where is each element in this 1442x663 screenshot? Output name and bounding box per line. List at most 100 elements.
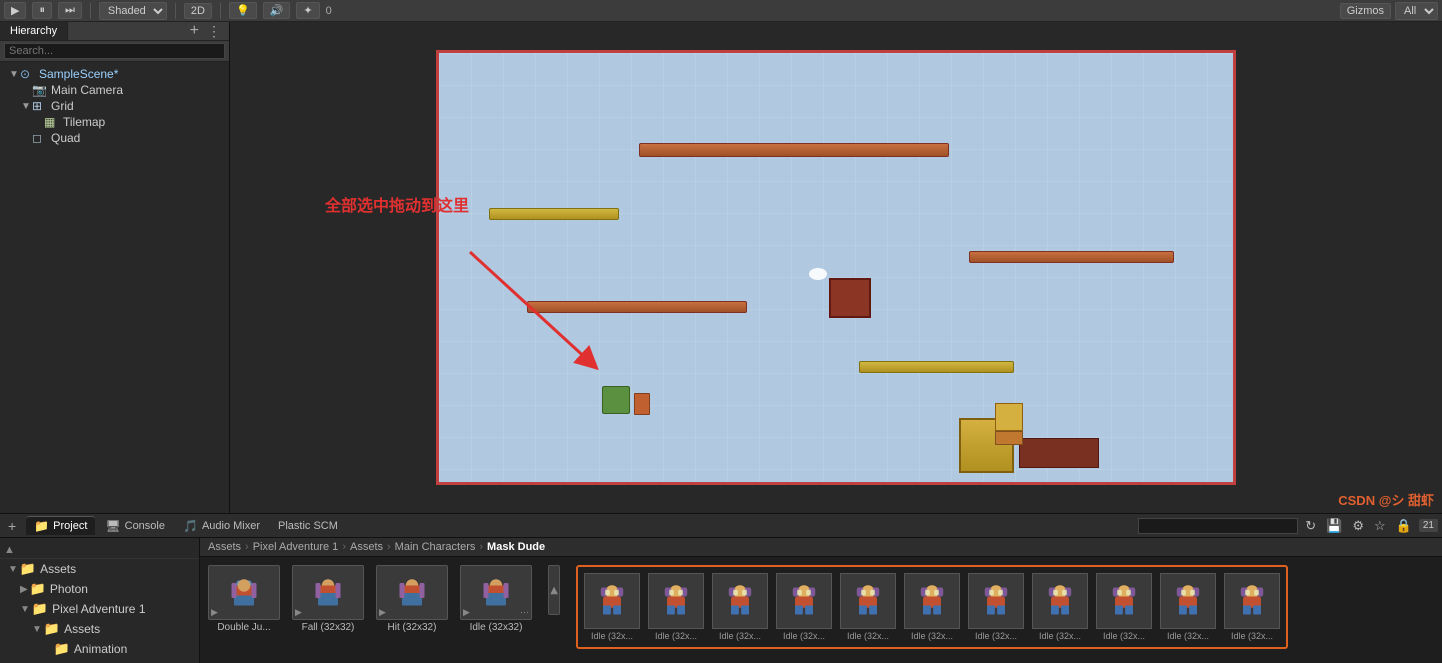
- lock-button[interactable]: 🔒: [1393, 517, 1415, 535]
- construction-block1: [995, 403, 1023, 431]
- sprite-svg-5: [914, 583, 950, 619]
- bottom-content: ▲ ▼ 📁 Assets ▶ 📁 Photon ▼ 📁 Pixel Advent…: [0, 538, 1442, 663]
- step-button[interactable]: ⏭: [58, 2, 82, 19]
- expand-arrow[interactable]: ▼: [8, 69, 20, 80]
- folder-pixel-adventure[interactable]: ▼ 📁 Pixel Adventure 1: [0, 599, 199, 619]
- folder-icon-assets-sub: 📁: [44, 621, 60, 637]
- up-arrow-icon[interactable]: ▲: [4, 544, 15, 556]
- construction-dark: [1019, 438, 1099, 468]
- idle-sprite-preview-0[interactable]: [584, 573, 640, 629]
- clip-group-idle: ▶ ⋯ Idle (32x32): [460, 565, 532, 633]
- hierarchy-tree: ▼ ⊙ SampleScene* ▶ 📷 Main Camera ▼ ⊞ Gri…: [0, 62, 229, 513]
- scene-item[interactable]: ▼ ⊙ SampleScene*: [0, 66, 229, 82]
- clip-preview-hit[interactable]: ▶: [376, 565, 448, 620]
- game-scene: [436, 50, 1236, 485]
- folder-animation[interactable]: ▶ 📁 Animation: [0, 639, 199, 659]
- sprite-svg-7: [1042, 583, 1078, 619]
- leaf-arrow: ▶: [20, 85, 32, 96]
- idle-sprite-preview-8[interactable]: [1096, 573, 1152, 629]
- hierarchy-search-input[interactable]: [4, 43, 225, 59]
- sep3: ›: [387, 541, 391, 553]
- folder-background[interactable]: ▶ 📁 Background: [0, 659, 199, 663]
- game-view: 全部选中拖动到这里: [230, 22, 1442, 513]
- audio-button[interactable]: 🔊: [263, 2, 291, 19]
- tilemap-item[interactable]: ▶ ▦ Tilemap: [0, 114, 229, 130]
- top-right-tools: Gizmos All: [1340, 2, 1438, 20]
- character-item2: [634, 393, 650, 415]
- all-dropdown[interactable]: All: [1395, 2, 1438, 20]
- tab-project-label: Project: [53, 520, 87, 532]
- tilemap-arrow: ▶: [32, 117, 44, 128]
- quad-item[interactable]: ▶ ◻ Quad: [0, 130, 229, 146]
- clip-preview-double-jump[interactable]: ▶: [208, 565, 280, 620]
- folder-assets[interactable]: ▼ 📁 Assets: [0, 559, 199, 579]
- breadcrumb-pixel[interactable]: Pixel Adventure 1: [253, 541, 339, 553]
- sprite-svg-4: [850, 583, 886, 619]
- lights-button[interactable]: 💡: [229, 2, 257, 19]
- folder-icon-animation: 📁: [54, 641, 70, 657]
- grid-item[interactable]: ▼ ⊞ Grid: [0, 98, 229, 114]
- breadcrumb-main-chars[interactable]: Main Characters: [395, 541, 476, 553]
- project-breadcrumb: Assets › Pixel Adventure 1 › Assets › Ma…: [200, 538, 1442, 557]
- idle-sprite-3: Idle (32x...: [776, 573, 832, 641]
- clip-preview-idle[interactable]: ▶ ⋯: [460, 565, 532, 620]
- shading-mode-dropdown[interactable]: Shaded: [99, 2, 167, 20]
- idle-sprite-0: Idle (32x...: [584, 573, 640, 641]
- idle-sprite-preview-1[interactable]: [648, 573, 704, 629]
- 2d-button[interactable]: 2D: [184, 3, 212, 19]
- sprite-double-jump: [224, 573, 264, 613]
- clip-preview-fall[interactable]: ▶: [292, 565, 364, 620]
- tab-audio-mixer[interactable]: 🎵 Audio Mixer: [175, 517, 268, 535]
- hierarchy-add-button[interactable]: +: [186, 22, 203, 40]
- idle-sprite-preview-10[interactable]: [1224, 573, 1280, 629]
- breadcrumb-mask-dude[interactable]: Mask Dude: [487, 541, 545, 553]
- folder-photon[interactable]: ▶ 📁 Photon: [0, 579, 199, 599]
- idle-sprite-preview-9[interactable]: [1160, 573, 1216, 629]
- gizmos-button[interactable]: Gizmos: [1340, 3, 1391, 19]
- item-count-badge: 21: [1419, 519, 1438, 532]
- idle-sprite-preview-6[interactable]: [968, 573, 1024, 629]
- folder-assets-sub[interactable]: ▼ 📁 Assets: [0, 619, 199, 639]
- effects-button[interactable]: ✦: [296, 2, 319, 19]
- grid-arrow[interactable]: ▼: [20, 101, 32, 112]
- tab-console[interactable]: 🖥 Console: [97, 517, 173, 535]
- idle-label-4: Idle (32x...: [847, 631, 889, 641]
- timeline-handle[interactable]: ◀: [548, 565, 560, 615]
- breadcrumb-assets[interactable]: Assets: [208, 541, 241, 553]
- separator-2: [175, 3, 176, 19]
- idle-sprites-row: Idle (32x...: [576, 565, 1288, 649]
- project-search-input[interactable]: [1138, 518, 1298, 534]
- quad-arrow: ▶: [20, 133, 32, 144]
- idle-sprite-preview-2[interactable]: [712, 573, 768, 629]
- scene-name: SampleScene*: [39, 67, 118, 81]
- hierarchy-more-button[interactable]: ⋮: [203, 23, 225, 40]
- idle-label-10: Idle (32x...: [1231, 631, 1273, 641]
- folder-pixel-label: Pixel Adventure 1: [52, 602, 145, 616]
- red-box: [829, 278, 871, 318]
- pause-button[interactable]: ⏸: [32, 2, 52, 19]
- top-toolbar: ▶ ⏸ ⏭ Shaded 2D 💡 🔊 ✦ 0 Gizmos All: [0, 0, 1442, 22]
- star-button[interactable]: ☆: [1371, 517, 1389, 535]
- project-icon: 📁: [34, 519, 49, 533]
- idle-label-7: Idle (32x...: [1039, 631, 1081, 641]
- tab-hierarchy[interactable]: Hierarchy: [0, 22, 68, 40]
- idle-sprite-preview-7[interactable]: [1032, 573, 1088, 629]
- play-button[interactable]: ▶: [4, 2, 26, 19]
- idle-label-0: Idle (32x...: [591, 631, 633, 641]
- tab-plastic-label: Plastic SCM: [278, 520, 338, 532]
- tab-plastic-scm[interactable]: Plastic SCM: [270, 518, 346, 534]
- bottom-add-button[interactable]: +: [4, 518, 20, 534]
- game-canvas: 全部选中拖动到这里: [230, 22, 1442, 513]
- idle-sprite-preview-3[interactable]: [776, 573, 832, 629]
- refresh-button[interactable]: ↻: [1302, 517, 1319, 535]
- idle-sprite-preview-4[interactable]: [840, 573, 896, 629]
- save-project-button[interactable]: 💾: [1323, 517, 1345, 535]
- tab-project[interactable]: 📁 Project: [26, 516, 95, 535]
- idle-sprite-preview-5[interactable]: [904, 573, 960, 629]
- folder-icon-photon: 📁: [30, 581, 46, 597]
- bottom-toolbar-right: ↻ 💾 ⚙ ☆ 🔒 21: [1138, 517, 1438, 535]
- settings-button[interactable]: ⚙: [1349, 517, 1367, 535]
- main-camera-item[interactable]: ▶ 📷 Main Camera: [0, 82, 229, 98]
- clip-label-fall: Fall (32x32): [302, 622, 355, 633]
- breadcrumb-assets2[interactable]: Assets: [350, 541, 383, 553]
